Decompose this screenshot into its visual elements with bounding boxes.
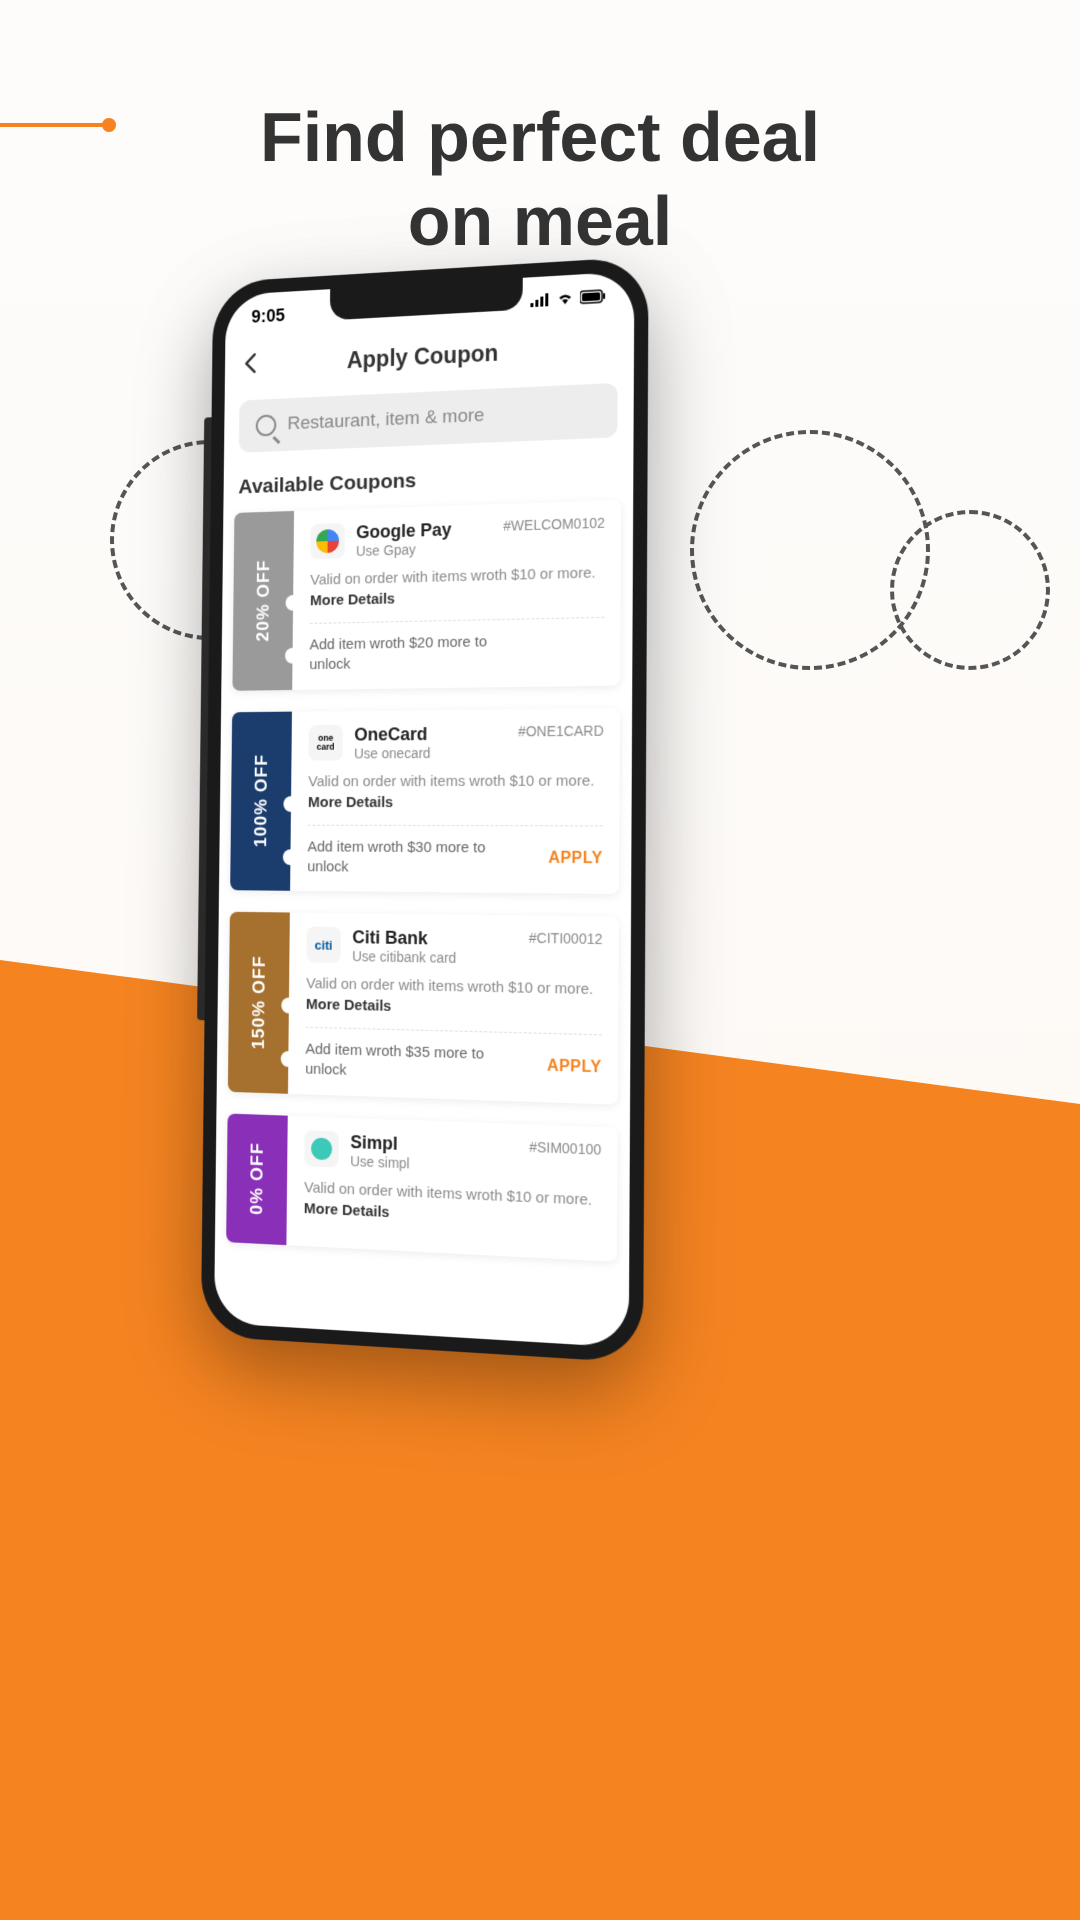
brand-name: Citi Bank bbox=[352, 927, 456, 950]
wifi-icon bbox=[556, 288, 574, 310]
search-icon bbox=[256, 414, 277, 436]
separator bbox=[310, 617, 604, 624]
coupon-list: 20% OFF Google Pay Use Gpay #WELCOM0102 bbox=[215, 499, 633, 1262]
headline-line1: Find perfect deal bbox=[260, 98, 820, 176]
unlock-text: Add item wroth $20 more to unlock bbox=[309, 632, 502, 676]
coupon-card[interactable]: 20% OFF Google Pay Use Gpay #WELCOM0102 bbox=[232, 500, 621, 690]
coupon-card[interactable]: 100% OFF onecard OneCard Use onecard #ON… bbox=[230, 708, 620, 894]
page-title: Apply Coupon bbox=[264, 335, 586, 378]
brand-sub: Use Gpay bbox=[356, 540, 451, 559]
coupon-code: #ONE1CARD bbox=[518, 722, 604, 739]
coupon-code: #WELCOM0102 bbox=[503, 515, 605, 534]
headline-line2: on meal bbox=[408, 182, 673, 260]
battery-icon bbox=[580, 286, 606, 309]
discount-label: 20% OFF bbox=[253, 560, 273, 642]
coupon-desc: Valid on order with items wroth $10 or m… bbox=[310, 562, 605, 611]
coupon-desc: Valid on order with items wroth $10 or m… bbox=[304, 1177, 601, 1233]
coupon-desc: Valid on order with items wroth $10 or m… bbox=[308, 770, 604, 813]
phone-mockup: 9:05 Apply Coupon Restaurant, item bbox=[201, 256, 649, 1363]
decorative-circle bbox=[890, 510, 1050, 670]
unlock-text: Add item wroth $30 more to unlock bbox=[307, 837, 501, 879]
discount-label: 0% OFF bbox=[247, 1142, 268, 1215]
more-details-link[interactable]: More Details bbox=[308, 794, 393, 811]
unlock-text: Add item wroth $35 more to unlock bbox=[305, 1040, 499, 1086]
coupon-discount-strip: 100% OFF bbox=[230, 711, 292, 891]
brand-sub: Use citibank card bbox=[352, 948, 456, 966]
more-details-link[interactable]: More Details bbox=[306, 996, 392, 1015]
coupon-body: Google Pay Use Gpay #WELCOM0102 Valid on… bbox=[292, 500, 621, 690]
status-icons bbox=[530, 286, 606, 311]
citi-icon: citi bbox=[306, 927, 341, 963]
coupon-discount-strip: 150% OFF bbox=[228, 912, 290, 1094]
brand-name: Google Pay bbox=[356, 520, 451, 544]
perforation bbox=[281, 1051, 296, 1067]
onecard-icon: onecard bbox=[308, 724, 342, 760]
brand-name: Simpl bbox=[350, 1131, 410, 1154]
search-placeholder: Restaurant, item & more bbox=[287, 405, 484, 435]
coupon-discount-strip: 0% OFF bbox=[226, 1113, 288, 1245]
coupon-code: #SIM00100 bbox=[529, 1138, 601, 1157]
coupon-desc: Valid on order with items wroth $10 or m… bbox=[306, 973, 602, 1022]
back-button[interactable] bbox=[243, 349, 256, 381]
brand-sub: Use onecard bbox=[354, 745, 431, 761]
coupon-card[interactable]: 150% OFF citi Citi Bank Use citibank car… bbox=[228, 912, 619, 1104]
coupon-body: onecard OneCard Use onecard #ONE1CARD Va… bbox=[290, 708, 620, 894]
more-details-link[interactable]: More Details bbox=[310, 591, 395, 610]
apply-button[interactable]: APPLY bbox=[548, 849, 603, 868]
coupon-card[interactable]: 0% OFF Simpl Use simpl #SIM00100 Valid o… bbox=[226, 1113, 618, 1261]
simpl-icon bbox=[304, 1130, 339, 1167]
apply-button[interactable]: APPLY bbox=[547, 1058, 602, 1078]
discount-label: 100% OFF bbox=[251, 754, 272, 847]
phone-screen: 9:05 Apply Coupon Restaurant, item bbox=[214, 271, 634, 1348]
signal-icon bbox=[530, 290, 550, 312]
coupon-body: citi Citi Bank Use citibank card #CITI00… bbox=[288, 913, 619, 1105]
brand-name: OneCard bbox=[354, 724, 431, 745]
brand-sub: Use simpl bbox=[350, 1152, 410, 1171]
headline: Find perfect deal on meal bbox=[0, 95, 1080, 263]
coupon-body: Simpl Use simpl #SIM00100 Valid on order… bbox=[286, 1115, 617, 1261]
decorative-circle bbox=[690, 430, 930, 670]
google-pay-icon bbox=[310, 523, 344, 559]
perforation bbox=[283, 796, 298, 812]
separator bbox=[306, 1027, 602, 1036]
perforation bbox=[283, 849, 298, 865]
coupon-code: #CITI00012 bbox=[529, 930, 603, 947]
status-time: 9:05 bbox=[251, 305, 285, 327]
separator bbox=[308, 824, 603, 826]
discount-label: 150% OFF bbox=[248, 955, 269, 1049]
perforation bbox=[281, 997, 296, 1013]
more-details-link[interactable]: More Details bbox=[304, 1200, 390, 1221]
search-input[interactable]: Restaurant, item & more bbox=[239, 383, 618, 453]
